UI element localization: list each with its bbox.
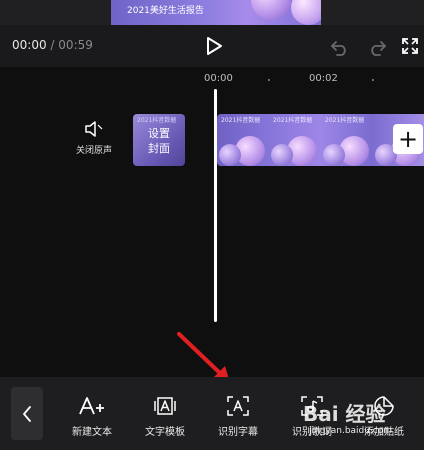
fullscreen-icon[interactable] <box>402 38 418 54</box>
watermark-logo: Bai 经验 <box>303 402 386 426</box>
clip-frame: 2021抖音数据 <box>269 114 321 166</box>
clip-frame-label: 2021抖音数据 <box>221 117 261 124</box>
clip-frame: 2021抖音数据 <box>217 114 269 166</box>
play-icon[interactable] <box>205 36 223 56</box>
mute-label: 关闭原声 <box>75 146 112 156</box>
cover-thumbnail-text: 2021抖音数据 <box>137 117 177 124</box>
text-template-label: 文字模板 <box>145 427 185 438</box>
preview-frame: 2021美好生活报告 <box>111 0 321 25</box>
current-time: 00:00 <box>12 38 47 52</box>
time-ruler: 00:00 00:02 <box>0 67 424 95</box>
back-button[interactable] <box>11 387 43 440</box>
cover-label: 设置 封面 <box>133 126 185 156</box>
ruler-dot <box>372 79 374 81</box>
clip-frame: 2021抖音数据 <box>321 114 373 166</box>
mute-original-sound-button[interactable]: 关闭原声 <box>70 121 118 161</box>
subtitle-recognize-icon <box>208 395 268 417</box>
player-controls: 00:00 / 00:59 <box>0 25 424 67</box>
new-text-label: 新建文本 <box>72 427 112 438</box>
decorative-bubble <box>323 144 345 166</box>
plus-icon: + <box>397 125 419 153</box>
text-add-icon <box>62 395 122 417</box>
decorative-bubble <box>291 0 321 25</box>
recognize-subtitles-label: 识别字幕 <box>218 427 258 438</box>
recognize-subtitles-button[interactable]: 识别字幕 <box>208 395 268 438</box>
cover-label-line1: 设置 <box>148 127 170 140</box>
chevron-left-icon <box>23 405 31 422</box>
preview-title: 2021美好生活报告 <box>127 6 204 16</box>
time-separator: / <box>50 38 55 52</box>
add-clip-button[interactable]: + <box>393 124 423 154</box>
text-template-button[interactable]: 文字模板 <box>135 395 195 438</box>
cover-label-line2: 封面 <box>148 142 170 155</box>
decorative-bubble <box>271 144 293 166</box>
set-cover-button[interactable]: 2021抖音数据 设置 封面 <box>133 114 185 166</box>
redo-icon[interactable] <box>367 38 387 56</box>
decorative-bubble <box>251 0 291 20</box>
watermark-url: jingyan.baidu.com <box>309 426 393 436</box>
undo-icon[interactable] <box>330 38 350 56</box>
video-preview[interactable]: 2021美好生活报告 <box>0 0 424 25</box>
speaker-icon <box>85 121 103 137</box>
clip-frame-label: 2021抖音数据 <box>325 117 365 124</box>
watermark: Bai 经验 jingyan.baidu.com <box>303 398 424 450</box>
decorative-bubble <box>219 144 241 166</box>
clip-frame-label: 2021抖音数据 <box>273 117 313 124</box>
time-readout: 00:00 / 00:59 <box>12 38 93 52</box>
ruler-label: 00:02 <box>309 73 338 84</box>
text-template-icon <box>135 395 195 417</box>
total-time: 00:59 <box>58 38 93 52</box>
new-text-button[interactable]: 新建文本 <box>62 395 122 438</box>
ruler-label: 00:00 <box>204 73 233 84</box>
playhead[interactable] <box>214 89 217 322</box>
ruler-dot <box>268 79 270 81</box>
